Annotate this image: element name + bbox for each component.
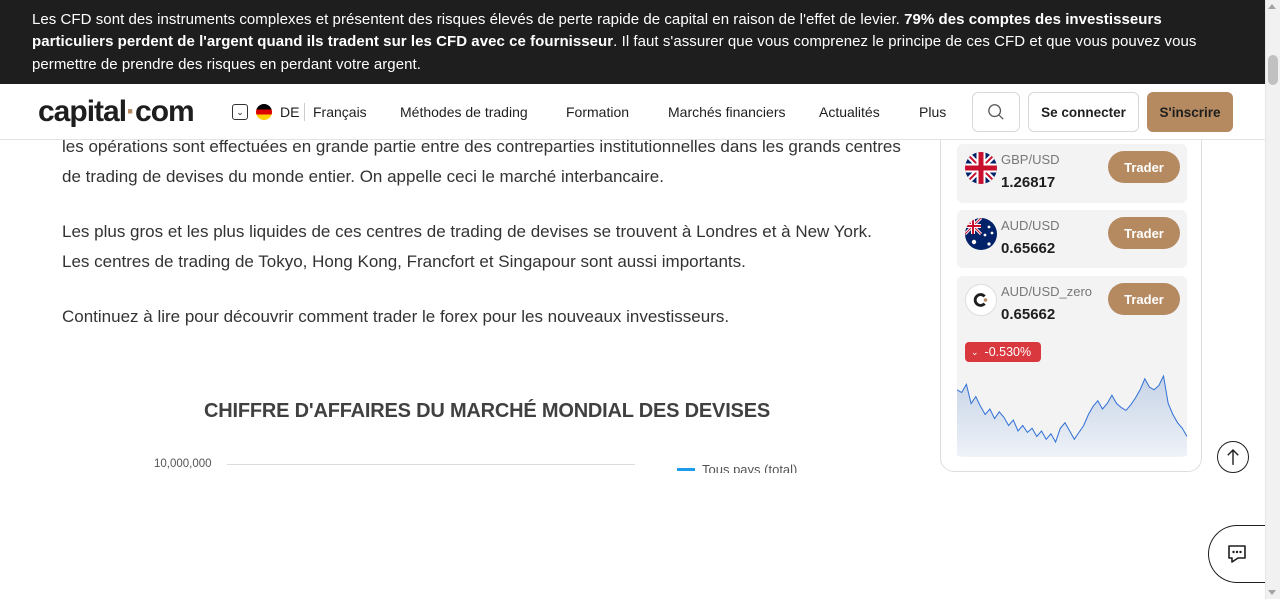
instrument-price: 1.26817 xyxy=(1001,174,1056,191)
nav-financial-markets[interactable]: Marchés financiers xyxy=(668,104,786,120)
instrument-symbol: AUD/USD xyxy=(1001,218,1060,233)
language-divider xyxy=(304,103,305,121)
instrument-symbol: GBP/USD xyxy=(1001,152,1060,167)
chevron-down-icon[interactable]: ⌄ xyxy=(232,104,248,120)
chart-title: CHIFFRE D'AFFAIRES DU MARCHÉ MONDIAL DES… xyxy=(204,400,770,422)
uk-flag-icon xyxy=(965,152,997,184)
scroll-up-arrow-icon[interactable] xyxy=(1268,4,1276,9)
signup-button[interactable]: S'inscrire xyxy=(1147,92,1233,132)
legend-label: Tous pays (total) xyxy=(702,462,798,473)
change-badge: ⌄ -0.530% xyxy=(965,342,1041,362)
chevron-down-icon: ⌄ xyxy=(971,346,979,357)
scroll-down-arrow-icon[interactable] xyxy=(1268,590,1276,595)
login-button[interactable]: Se connecter xyxy=(1028,92,1139,132)
article-paragraph: Les plus gros et les plus liquides de ce… xyxy=(62,222,872,271)
instrument-widget: GBP/USD 1.26817 Trader AUD/USD 0.65662 T… xyxy=(940,120,1202,472)
nav-news[interactable]: Actualités xyxy=(819,104,880,120)
instrument-card[interactable]: GBP/USD 1.26817 Trader xyxy=(957,144,1187,203)
australia-flag-icon xyxy=(965,218,997,250)
instrument-price: 0.65662 xyxy=(1001,240,1056,257)
risk-warning-banner: Les CFD sont des instruments complexes e… xyxy=(0,0,1265,84)
trade-button[interactable]: Trader xyxy=(1108,217,1180,249)
germany-flag-icon[interactable] xyxy=(256,104,272,120)
search-button[interactable] xyxy=(972,92,1020,132)
article-paragraph: les opérations sont effectuées en grande… xyxy=(62,137,901,186)
arrow-up-icon xyxy=(1227,449,1239,465)
article-body: les opérations sont effectuées en grande… xyxy=(62,132,902,357)
risk-text: Les CFD sont des instruments complexes e… xyxy=(32,11,905,28)
instrument-price: 0.65662 xyxy=(1001,306,1056,323)
scroll-thumb[interactable] xyxy=(1268,55,1278,85)
chat-button[interactable] xyxy=(1208,525,1266,583)
article-paragraph: Continuez à lire pour découvrir comment … xyxy=(62,307,730,326)
capital-logo-icon xyxy=(965,284,997,316)
nav-more[interactable]: Plus xyxy=(919,104,946,120)
logo-text: capital xyxy=(38,95,127,128)
chart-y-tick: 10,000,000 xyxy=(154,458,212,470)
scroll-to-top-button[interactable] xyxy=(1217,441,1249,473)
language-selector[interactable]: Français xyxy=(313,104,367,120)
price-sparkline xyxy=(957,374,1187,456)
trade-button[interactable]: Trader xyxy=(1108,151,1180,183)
instrument-card[interactable]: AUD/USD_zero 0.65662 Trader ⌄ -0.530% xyxy=(957,276,1187,457)
page-scrollbar[interactable] xyxy=(1265,0,1280,599)
change-value: -0.530% xyxy=(984,345,1032,359)
instrument-card[interactable]: AUD/USD 0.65662 Trader xyxy=(957,210,1187,268)
site-header: capital·com ⌄ DE Français Méthodes de tr… xyxy=(0,84,1265,140)
search-icon xyxy=(988,104,1004,120)
logo-text-end: com xyxy=(135,95,195,128)
logo-dot: · xyxy=(126,95,136,128)
trade-button[interactable]: Trader xyxy=(1108,283,1180,315)
capital-com-logo[interactable]: capital·com xyxy=(38,95,195,129)
legend-swatch xyxy=(677,468,695,471)
chart-gridline xyxy=(227,464,635,465)
instrument-symbol: AUD/USD_zero xyxy=(1001,284,1093,299)
nav-trading-methods[interactable]: Méthodes de trading xyxy=(400,104,528,120)
nav-formation[interactable]: Formation xyxy=(566,104,629,120)
chat-icon xyxy=(1228,545,1246,563)
language-region[interactable]: DE xyxy=(280,104,299,120)
